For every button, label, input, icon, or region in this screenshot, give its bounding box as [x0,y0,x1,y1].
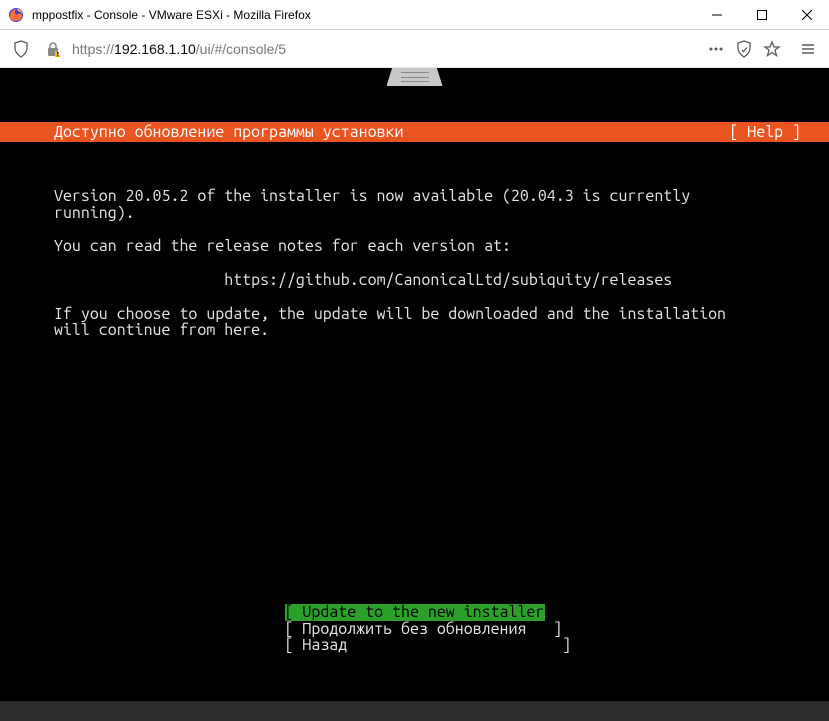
help-button[interactable]: [ Help ] [729,124,829,141]
menu-update-installer[interactable]: [ Update to the new installer ] [285,604,545,621]
maximize-button[interactable] [739,0,784,30]
minimize-button[interactable] [694,0,739,30]
installer-body: Version 20.05.2 of the installer is now … [0,176,780,339]
menu-back[interactable]: [ Назад ] [285,637,545,654]
url-path: /ui/#/console/5 [196,41,286,57]
lock-warning-icon[interactable] [40,36,66,62]
window-controls [694,0,829,30]
bookmark-star-icon[interactable] [759,36,785,62]
installer-header: Доступно обновление программы установки … [0,122,829,143]
window-titlebar: mppostfix - Console - VMware ESXi - Mozi… [0,0,829,30]
url-host: 192.168.1.10 [114,41,196,57]
close-button[interactable] [784,0,829,30]
console-viewport[interactable]: Доступно обновление программы установки … [0,68,829,721]
installer-header-title: Доступно обновление программы установки [0,124,403,141]
reader-mode-icon[interactable] [731,36,757,62]
page-actions-icon[interactable] [703,36,729,62]
installer-footer-bar [0,701,829,721]
installer-menu: [ Update to the new installer ] [ Продол… [0,587,829,671]
window-title: mppostfix - Console - VMware ESXi - Mozi… [32,8,694,22]
firefox-icon [8,7,24,23]
shield-icon[interactable] [8,36,34,62]
address-bar: https://192.168.1.10/ui/#/console/5 [0,30,829,68]
url-input[interactable]: https://192.168.1.10/ui/#/console/5 [72,30,697,67]
hamburger-menu-icon[interactable] [795,36,821,62]
installer-console: Доступно обновление программы установки … [0,68,829,721]
url-protocol: https:// [72,41,114,57]
menu-continue-without-update[interactable]: [ Продолжить без обновления ] [285,621,545,638]
